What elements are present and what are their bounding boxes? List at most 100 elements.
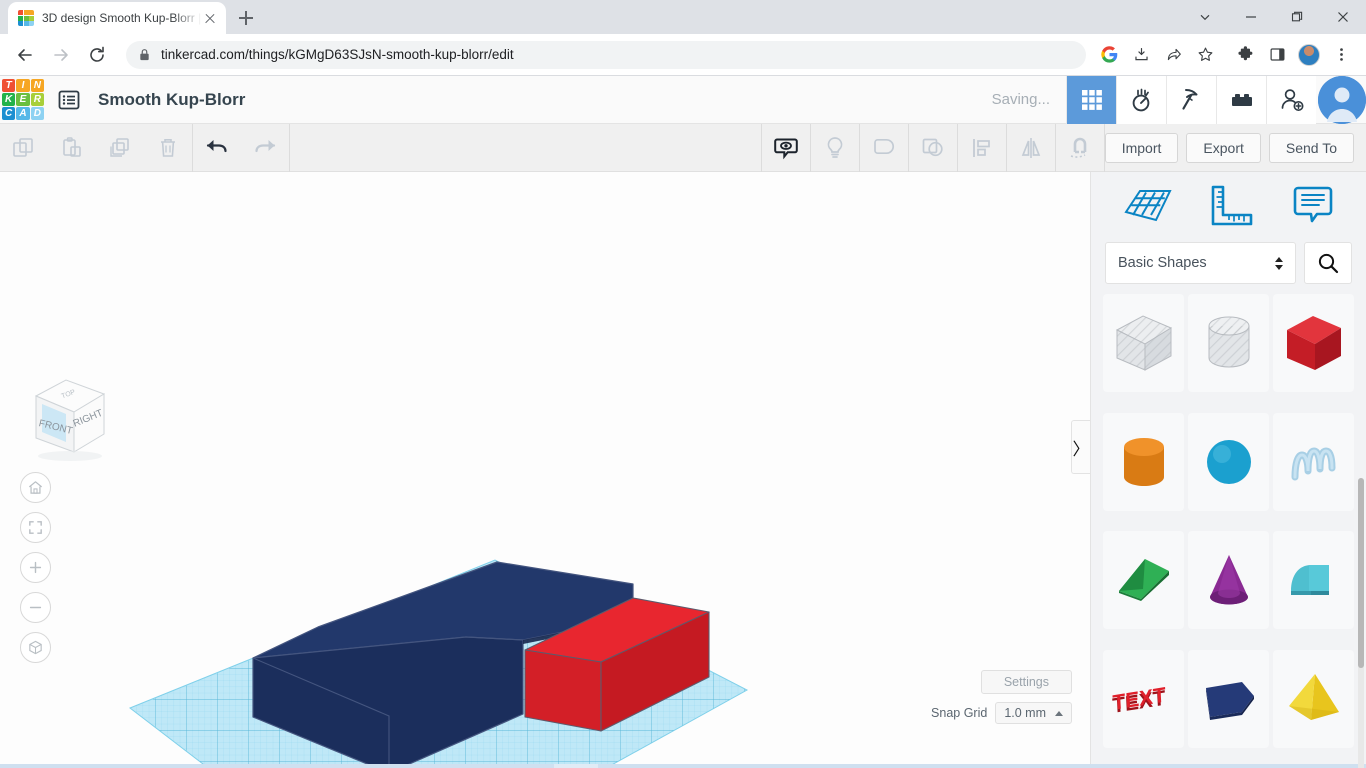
cone-shape[interactable]	[1188, 531, 1269, 629]
reload-icon[interactable]	[82, 40, 112, 70]
ungroup-icon[interactable]	[909, 124, 957, 172]
redo-icon[interactable]	[241, 124, 289, 172]
add-person-icon[interactable]	[1266, 76, 1316, 124]
page-title: Smooth Kup-Blorr	[98, 90, 245, 110]
minimize-icon[interactable]	[1228, 0, 1274, 34]
send-to-button[interactable]: Send To	[1269, 133, 1354, 163]
align-icon[interactable]	[958, 124, 1006, 172]
polygon-shape[interactable]	[1188, 650, 1269, 748]
share-icon[interactable]	[1158, 40, 1188, 70]
hole-cylinder-shape[interactable]	[1188, 294, 1269, 392]
group-icon[interactable]	[860, 124, 908, 172]
tinkercad-logo[interactable]: T I N K E R C A D	[2, 79, 44, 121]
panel-collapse-toggle[interactable]: 〉	[1071, 420, 1090, 474]
windows-start-button[interactable]	[6, 764, 50, 768]
copy-icon[interactable]	[0, 124, 48, 172]
3d-scene[interactable]	[0, 172, 1090, 764]
close-window-icon[interactable]	[1320, 0, 1366, 34]
roof-shape[interactable]	[1103, 531, 1184, 629]
snap-grid-select[interactable]: 1.0 mm	[995, 702, 1072, 724]
settings-button[interactable]: Settings	[981, 670, 1072, 694]
windows-taskbar: Type here to search 30°C Partly sunny	[0, 764, 1366, 768]
tube-shape[interactable]	[1273, 531, 1354, 629]
logo-tile: D	[31, 107, 44, 120]
microsoft-edge-icon[interactable]	[466, 764, 510, 768]
clipboard-tools	[0, 124, 192, 172]
downloads-icon[interactable]	[1126, 40, 1156, 70]
delete-trash-icon[interactable]	[144, 124, 192, 172]
lego-bricks-icon[interactable]	[1216, 76, 1266, 124]
google-chrome-icon[interactable]	[554, 764, 598, 768]
panel-search-row: Basic Shapes	[1091, 242, 1366, 294]
edit-toolbar: Import Export Send To	[0, 124, 1366, 172]
snap-grid-label: Snap Grid	[931, 706, 987, 720]
mirror-flip-icon[interactable]	[1007, 124, 1055, 172]
logo-tile: C	[2, 107, 15, 120]
magnet-workplane-icon[interactable]	[1056, 124, 1104, 172]
new-tab-button[interactable]	[232, 4, 260, 32]
show-hide-eye-icon[interactable]	[762, 124, 810, 172]
scribble-shape[interactable]	[1273, 413, 1354, 511]
box-shape[interactable]	[1273, 294, 1354, 392]
caret-up-icon	[1055, 711, 1063, 716]
panel-tool-icons	[1091, 172, 1366, 242]
pyramid-shape[interactable]	[1273, 650, 1354, 748]
list-menu-icon[interactable]	[54, 85, 84, 115]
sphere-shape[interactable]	[1188, 413, 1269, 511]
kebab-menu-icon[interactable]	[1326, 40, 1356, 70]
file-explorer-icon[interactable]	[422, 764, 466, 768]
profile-avatar[interactable]	[1294, 40, 1324, 70]
forward-arrow-icon[interactable]	[46, 40, 76, 70]
lightbulb-hole-icon[interactable]	[811, 124, 859, 172]
hole-box-shape[interactable]	[1103, 294, 1184, 392]
workplane-grid-icon[interactable]	[1122, 182, 1174, 233]
google-icon[interactable]	[1094, 40, 1124, 70]
snap-grid-value: 1.0 mm	[1004, 706, 1046, 720]
paste-icon[interactable]	[48, 124, 96, 172]
task-view-icon[interactable]	[378, 764, 422, 768]
tinkercad-favicon	[18, 10, 34, 26]
undo-icon[interactable]	[193, 124, 241, 172]
save-status: Saving...	[992, 91, 1050, 108]
import-button[interactable]: Import	[1105, 133, 1179, 163]
logo-tile: N	[31, 79, 44, 92]
toolbar-buttons: Import Export Send To	[1105, 133, 1366, 163]
browser-tab[interactable]: 3D design Smooth Kup-Blorr | Tin	[8, 2, 226, 34]
3d-viewport[interactable]: FRONT RIGHT TOP	[0, 172, 1090, 764]
history-tools	[193, 124, 289, 172]
note-comment-icon[interactable]	[1290, 182, 1336, 233]
address-bar[interactable]: tinkercad.com/things/kGMgD63SJsN-smooth-…	[126, 41, 1086, 69]
panel-scrollbar[interactable]	[1358, 478, 1364, 768]
main-area: FRONT RIGHT TOP	[0, 172, 1366, 764]
sidepanel-icon[interactable]	[1262, 40, 1292, 70]
logo-tile: I	[16, 79, 29, 92]
firefox-icon[interactable]	[510, 764, 554, 768]
back-arrow-icon[interactable]	[10, 40, 40, 70]
grid-blocks-icon[interactable]	[1066, 76, 1116, 124]
shape-collection-value: Basic Shapes	[1118, 255, 1207, 271]
codeblocks-icon[interactable]	[1116, 76, 1166, 124]
search-icon[interactable]	[1304, 242, 1352, 284]
window-controls	[1182, 0, 1366, 34]
duplicate-icon[interactable]	[96, 124, 144, 172]
ruler-measure-icon[interactable]	[1207, 182, 1257, 233]
bookmark-star-icon[interactable]	[1190, 40, 1220, 70]
browser-action-icons	[1094, 40, 1356, 70]
extensions-puzzle-icon[interactable]	[1230, 40, 1260, 70]
snap-grid-row: Snap Grid 1.0 mm	[931, 702, 1072, 724]
export-button[interactable]: Export	[1186, 133, 1260, 163]
pickaxe-minecraft-icon[interactable]	[1166, 76, 1216, 124]
chevron-down-icon[interactable]	[1182, 0, 1228, 34]
maximize-icon[interactable]	[1274, 0, 1320, 34]
shape-collection-select[interactable]: Basic Shapes	[1105, 242, 1296, 284]
browser-toolbar: tinkercad.com/things/kGMgD63SJsN-smooth-…	[0, 34, 1366, 76]
app-header: T I N K E R C A D Smooth Kup-Blorr Savin…	[0, 76, 1366, 124]
toolbar-divider	[289, 124, 290, 172]
close-icon[interactable]	[202, 10, 218, 26]
text-shape[interactable]: TEXT TEXT	[1103, 650, 1184, 748]
logo-tile: E	[16, 93, 29, 106]
cylinder-shape[interactable]	[1103, 413, 1184, 511]
user-avatar[interactable]	[1318, 76, 1366, 124]
viewport-controls: Settings Snap Grid 1.0 mm	[931, 670, 1072, 724]
stepper-arrows-icon	[1275, 257, 1283, 270]
